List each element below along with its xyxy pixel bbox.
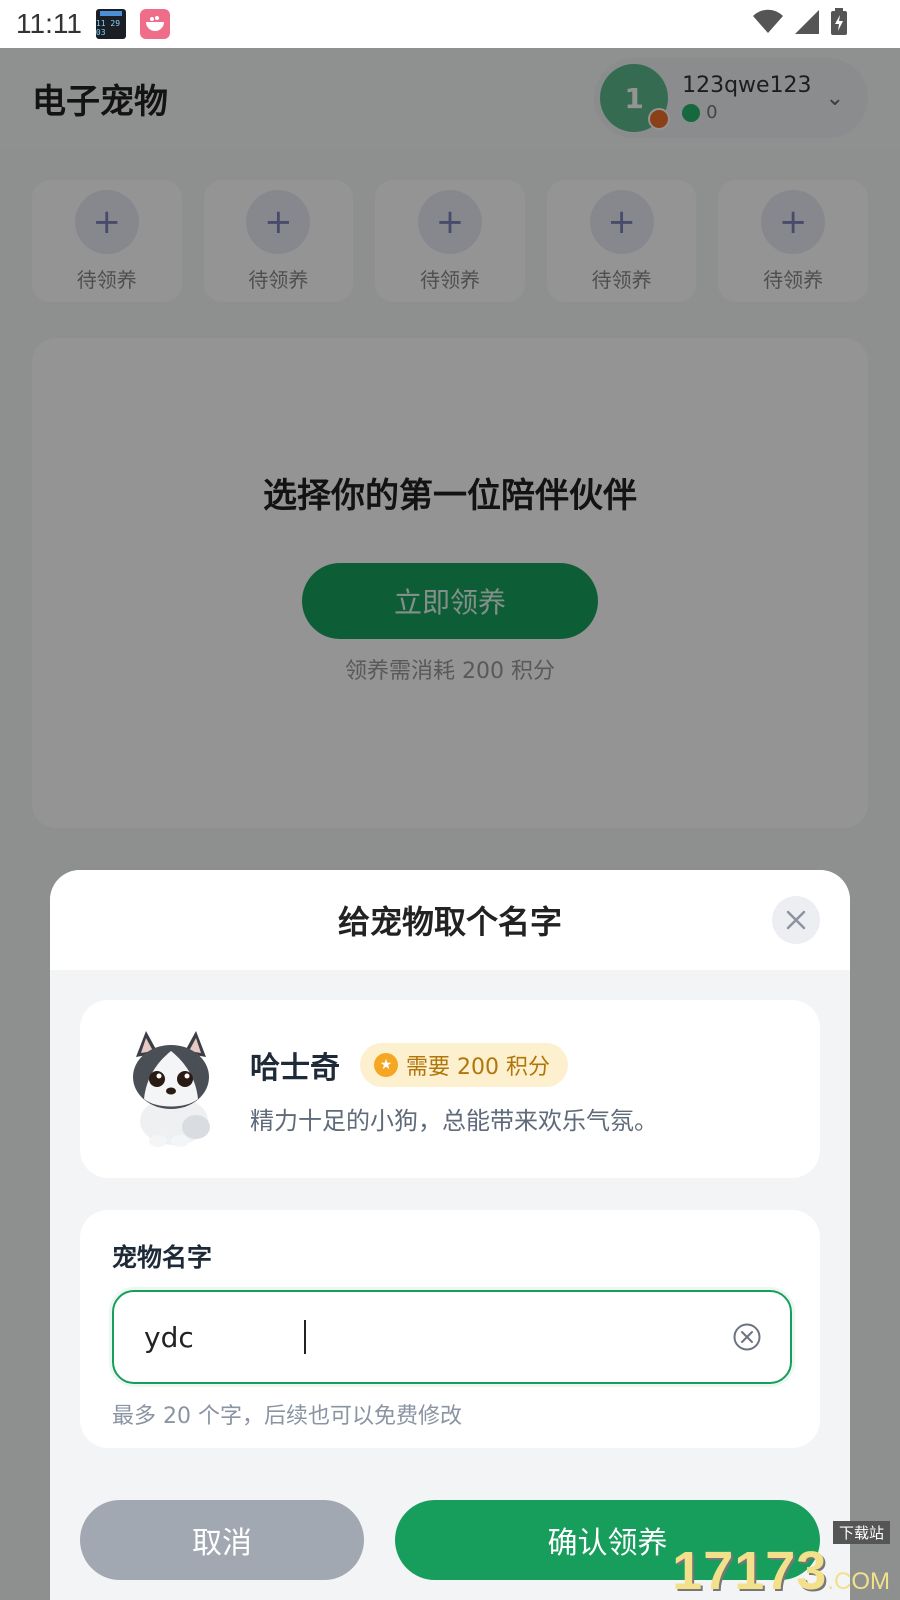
text-caret: [304, 1320, 306, 1354]
cost-label: 需要 200 积分: [406, 1054, 550, 1080]
watermark-main: 17173: [672, 1541, 828, 1600]
close-icon: [786, 910, 806, 930]
close-button[interactable]: [772, 896, 820, 944]
cost-badge: ★ 需要 200 积分: [360, 1042, 568, 1087]
wifi-icon: [752, 9, 784, 39]
name-card: 宠物名字 最多 20 个字，后续也可以免费修改: [80, 1210, 820, 1448]
dialog-header: 给宠物取个名字: [50, 870, 850, 970]
clear-circle-icon: [733, 1323, 761, 1351]
signal-icon: [794, 9, 820, 39]
clock-widget-text: 11 29 03: [95, 19, 121, 37]
watermark-suffix: .COM: [827, 1568, 890, 1595]
dialog-title: 给宠物取个名字: [337, 903, 562, 941]
name-pet-dialog: 给宠物取个名字 哈士奇 ★ 需要 200 积分 精力十足的小狗，总能带来欢乐气氛…: [50, 870, 850, 1600]
site-watermark: 下载站 17173.COM: [672, 1521, 890, 1598]
star-coin-icon: ★: [374, 1052, 398, 1077]
pet-name-input[interactable]: [144, 1320, 732, 1354]
pet-card: 哈士奇 ★ 需要 200 积分 精力十足的小狗，总能带来欢乐气氛。: [80, 1000, 820, 1178]
clock-widget-icon: 11 29 03: [95, 9, 126, 39]
status-bar: 11:11 11 29 03: [0, 0, 900, 48]
pet-info: 哈士奇 ★ 需要 200 积分 精力十足的小狗，总能带来欢乐气氛。: [250, 1042, 658, 1136]
pet-name-label: 宠物名字: [112, 1243, 213, 1272]
pet-name: 哈士奇: [250, 1050, 340, 1086]
status-time: 11:11: [16, 8, 82, 39]
name-hint: 最多 20 个字，后续也可以免费修改: [112, 1404, 462, 1429]
clear-input-button[interactable]: [732, 1322, 762, 1352]
watermark-top: 下载站: [832, 1521, 890, 1544]
pet-description: 精力十足的小狗，总能带来欢乐气氛。: [250, 1106, 658, 1135]
cancel-button[interactable]: 取消: [80, 1500, 364, 1580]
husky-puppy-image: [133, 1031, 210, 1147]
rice-bowl-app-icon: [139, 9, 170, 39]
pet-name-field: [112, 1290, 792, 1384]
battery-charging-icon: [830, 8, 848, 40]
